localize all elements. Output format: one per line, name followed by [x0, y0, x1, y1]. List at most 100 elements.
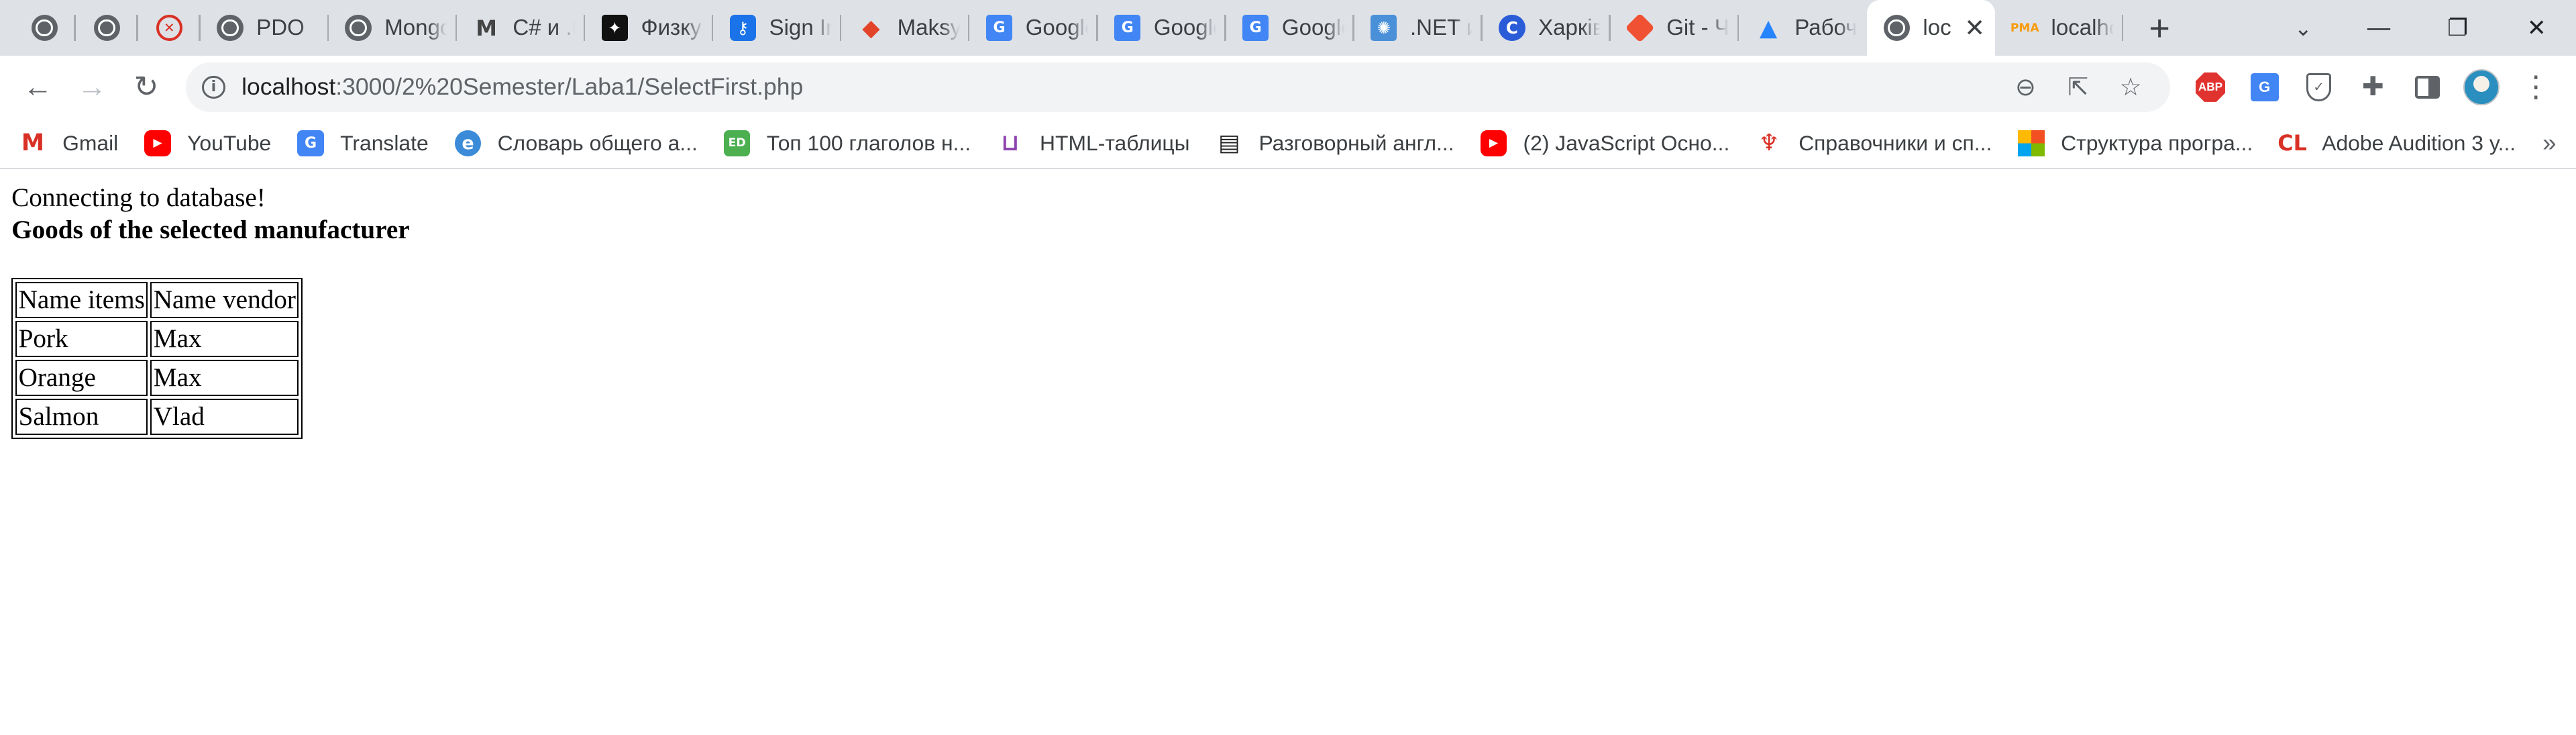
goods-table: Name items Name vendor Pork Max Orange M…	[11, 278, 303, 439]
tab[interactable]: ◆ Maksy	[841, 0, 970, 56]
tab[interactable]: Git - Ч	[1611, 0, 1739, 56]
window-controls: — ❐ ✕	[2339, 0, 2576, 56]
side-panel-icon[interactable]	[2400, 62, 2455, 112]
tab-label: loc	[1923, 15, 1951, 40]
ed-icon: ED	[724, 130, 751, 156]
dotnet-icon: ✺	[1371, 15, 1397, 42]
tab-label: PDO	[256, 15, 305, 40]
shield-icon[interactable]: ✓	[2292, 62, 2346, 112]
minimize-icon[interactable]: —	[2339, 0, 2418, 56]
tab[interactable]: G Google	[969, 0, 1098, 56]
forward-icon[interactable]: →	[67, 62, 117, 112]
bookmark-adobe-audition[interactable]: CL Adobe Audition 3 у...	[2277, 130, 2516, 156]
new-tab-button[interactable]: +	[2133, 0, 2186, 56]
bookmark-english[interactable]: ▤ Разговорный англ...	[1216, 130, 1454, 156]
bookmark-label: YouTube	[187, 130, 272, 155]
adblock-plus-icon[interactable]: ABP	[2184, 62, 2238, 112]
tab-label: Git - Ч	[1666, 15, 1729, 40]
tab[interactable]: C Харків	[1483, 0, 1611, 56]
tab[interactable]: ✺ .NET и	[1354, 0, 1483, 56]
star-icon[interactable]: ☆	[2104, 72, 2157, 101]
table-cell: Max	[150, 320, 299, 357]
tower-icon: ♆	[1758, 130, 1780, 157]
bookmark-references[interactable]: ♆ Справочники и сп...	[1756, 130, 1992, 156]
tab[interactable]	[13, 0, 76, 56]
toolbar: ← → ↻ i localhost:3000/2%20Semester/Laba…	[0, 56, 2576, 119]
tab[interactable]: G Google	[1226, 0, 1354, 56]
tab-label: Харків	[1538, 15, 1601, 40]
bookmark-top100[interactable]: ED Топ 100 глаголов н...	[724, 130, 971, 156]
bookmark-youtube[interactable]: ▶ YouTube	[144, 130, 271, 156]
tab[interactable]: Mongo	[329, 0, 458, 56]
bookmark-label: Справочники и сп...	[1799, 130, 1992, 155]
tab-label: .NET и	[1410, 15, 1473, 40]
table-cell: Vlad	[150, 398, 299, 435]
atlassian-icon: ▲	[1759, 14, 1778, 42]
google-translate-extension-icon[interactable]: G	[2237, 62, 2292, 112]
table-cell: Salmon	[15, 398, 148, 435]
tab-label: Google	[1153, 15, 1216, 40]
share-icon[interactable]: ⇱	[2052, 72, 2104, 101]
bookmark-dictionary[interactable]: e Словарь общего а...	[454, 130, 698, 156]
close-icon[interactable]: ✕	[1964, 13, 1986, 42]
table-cell: Pork	[15, 320, 148, 357]
youtube-icon: ▶	[1480, 130, 1507, 156]
html-icon: ⊔	[1001, 130, 1020, 157]
google-translate-icon: G	[1242, 15, 1269, 42]
bookmark-javascript[interactable]: ▶ (2) JavaScript Осно...	[1480, 130, 1730, 156]
gmail-icon: M	[21, 130, 45, 157]
tab[interactable]: ▲ Рабоч	[1739, 0, 1867, 56]
key-icon: ⚷	[729, 15, 756, 42]
info-icon[interactable]: i	[202, 75, 225, 99]
tab[interactable]: PMA localho	[1995, 0, 2124, 56]
globe-icon	[217, 15, 244, 42]
table-cell: Orange	[15, 359, 148, 396]
google-translate-icon: G	[297, 130, 324, 156]
avatar[interactable]	[2455, 62, 2509, 112]
tab-search-icon[interactable]: ⌄	[2277, 0, 2329, 56]
bookmark-label: Translate	[340, 130, 429, 155]
restore-icon[interactable]: ❐	[2418, 0, 2498, 56]
tab-active[interactable]: loc ✕	[1867, 0, 1996, 56]
puzzle-icon[interactable]: ✚	[2346, 62, 2400, 112]
tab[interactable]: G Google	[1098, 0, 1226, 56]
tab[interactable]: ✦ Физку	[585, 0, 714, 56]
bookmark-translate[interactable]: G Translate	[297, 130, 429, 156]
url-text[interactable]: localhost:3000/2%20Semester/Laba1/Select…	[241, 73, 1999, 101]
bookmark-label: (2) JavaScript Осно...	[1523, 130, 1730, 155]
globe-icon	[93, 15, 120, 42]
tab-label: Рабоч	[1794, 15, 1858, 40]
tab[interactable]: ⚷ Sign In	[713, 0, 842, 56]
bookmark-structure[interactable]: Структура програ...	[2018, 130, 2253, 156]
dark-site-icon: ✦	[601, 15, 628, 42]
tab-label: C# и .N	[513, 15, 575, 40]
extensions: ABP G ✓ ✚ ⋮	[2184, 62, 2563, 112]
back-icon[interactable]: ←	[13, 62, 63, 112]
globe-icon	[1883, 15, 1910, 42]
tab-label: localho	[2051, 15, 2113, 40]
bookmark-html-tables[interactable]: ⊔ HTML-таблицы	[997, 130, 1189, 156]
zoom-out-icon[interactable]: ⊖	[1999, 72, 2051, 101]
bookmark-gmail[interactable]: M Gmail	[19, 130, 118, 156]
git-icon	[1625, 13, 1656, 43]
c-logo-icon: C	[1499, 15, 1525, 42]
tab[interactable]: M C# и .N	[457, 0, 586, 56]
address-bar[interactable]: i localhost:3000/2%20Semester/Laba1/Sele…	[185, 62, 2170, 112]
tab-label: Google	[1281, 15, 1344, 40]
bookmarks-bar: M Gmail ▶ YouTube G Translate e Словарь обще…	[0, 118, 2576, 170]
reload-icon[interactable]: ↻	[121, 62, 171, 112]
bookmark-label: Топ 100 глаголов н...	[766, 130, 971, 155]
chevron-double-right-icon[interactable]: »	[2542, 129, 2556, 157]
tab[interactable]: ✕	[138, 0, 201, 56]
table-row: Pork Max	[15, 320, 299, 357]
menu-kebab-icon[interactable]: ⋮	[2509, 62, 2563, 112]
tab-label: Физку	[641, 15, 702, 40]
table-row: Orange Max	[15, 359, 299, 396]
close-window-icon[interactable]: ✕	[2497, 0, 2576, 56]
url-host: localhost	[241, 73, 336, 101]
phpmyadmin-icon: PMA	[2010, 21, 2039, 35]
bookmark-label: Разговорный англ...	[1258, 130, 1454, 155]
bookmark-label: Adobe Audition 3 у...	[2322, 130, 2516, 155]
tab[interactable]	[76, 0, 138, 56]
tab[interactable]: PDO	[201, 0, 329, 56]
